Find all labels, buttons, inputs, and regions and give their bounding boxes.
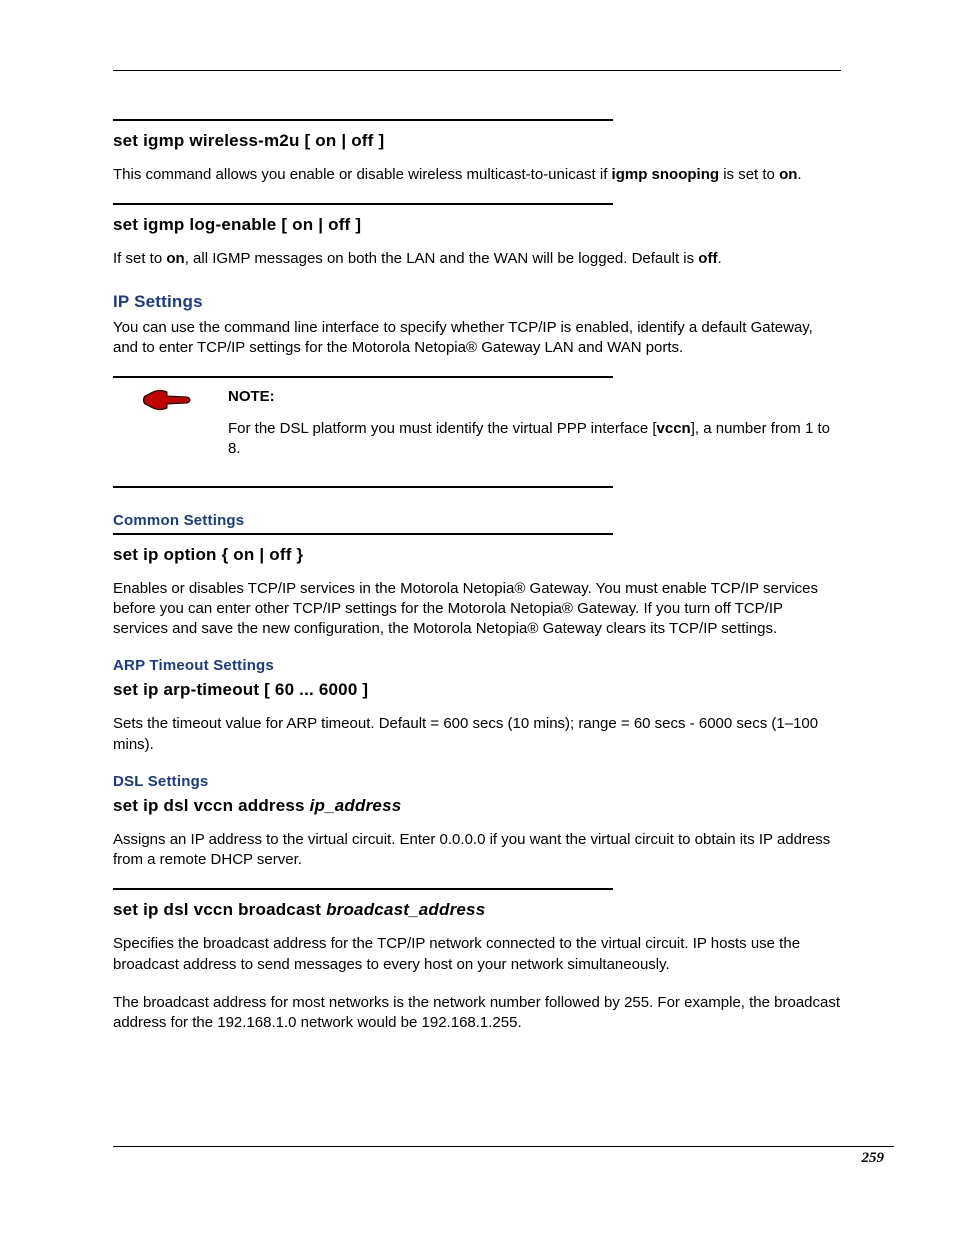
subsection-heading-common-settings: Common Settings	[113, 512, 841, 529]
command-heading: set ip arp-timeout [ 60 ... 6000 ]	[113, 680, 841, 700]
note-block: NOTE: For the DSL platform you must iden…	[113, 378, 841, 476]
note-label: NOTE:	[228, 388, 841, 405]
section-heading-ip-settings: IP Settings	[113, 292, 841, 312]
body-paragraph: Enables or disables TCP/IP services in t…	[113, 579, 841, 640]
command-heading-prefix: set ip dsl vccn broadcast	[113, 900, 326, 919]
document-page: set igmp wireless-m2u [ on | off ] This …	[0, 0, 954, 1033]
body-paragraph: If set to on, all IGMP messages on both …	[113, 249, 841, 269]
note-text: For the DSL platform you must identify t…	[228, 419, 841, 460]
section-rule	[113, 888, 613, 890]
command-heading: set ip dsl vccn broadcast broadcast_addr…	[113, 900, 841, 920]
subsection-heading-arp-timeout: ARP Timeout Settings	[113, 657, 841, 674]
subsection-heading-dsl-settings: DSL Settings	[113, 773, 841, 790]
section-rule	[113, 533, 613, 535]
top-horizontal-rule	[113, 70, 841, 71]
section-rule	[113, 119, 613, 121]
command-heading: set igmp log-enable [ on | off ]	[113, 215, 841, 235]
footer-horizontal-rule	[113, 1146, 894, 1147]
command-heading-prefix: set ip dsl vccn address	[113, 796, 310, 815]
note-bottom-rule	[113, 486, 613, 488]
body-paragraph: Specifies the broadcast address for the …	[113, 934, 841, 975]
command-heading: set igmp wireless-m2u [ on | off ]	[113, 131, 841, 151]
body-paragraph: The broadcast address for most networks …	[113, 993, 841, 1034]
body-paragraph: Assigns an IP address to the virtual cir…	[113, 830, 841, 871]
section-rule	[113, 203, 613, 205]
pointing-hand-icon	[143, 386, 191, 419]
body-paragraph: You can use the command line interface t…	[113, 318, 841, 359]
command-heading: set ip dsl vccn address ip_address	[113, 796, 841, 816]
command-heading-arg: broadcast_address	[326, 900, 485, 919]
page-number: 259	[862, 1150, 885, 1167]
body-paragraph: This command allows you enable or disabl…	[113, 165, 841, 185]
body-paragraph: Sets the timeout value for ARP timeout. …	[113, 714, 841, 755]
note-content: NOTE: For the DSL platform you must iden…	[113, 378, 841, 476]
command-heading-arg: ip_address	[310, 796, 402, 815]
command-heading: set ip option { on | off }	[113, 545, 841, 565]
